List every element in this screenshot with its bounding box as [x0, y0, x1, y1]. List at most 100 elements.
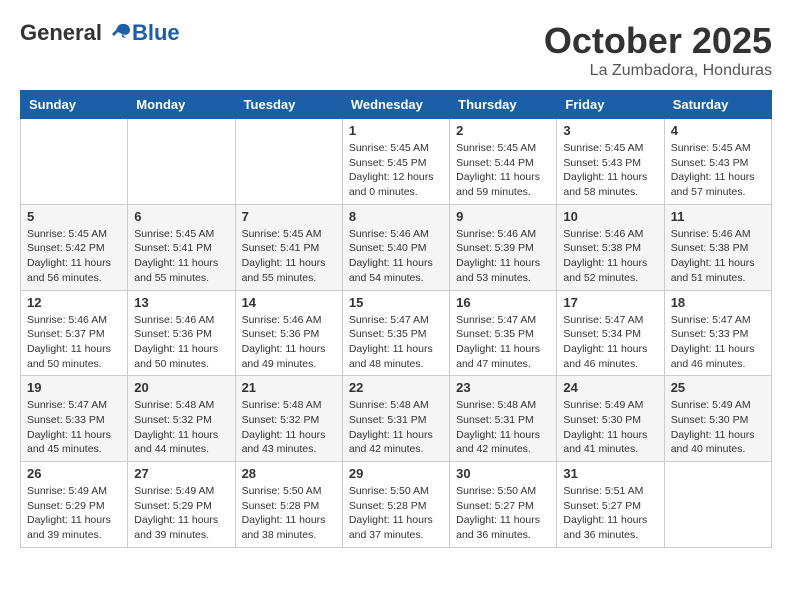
calendar-week-4: 19Sunrise: 5:47 AM Sunset: 5:33 PM Dayli… [21, 376, 772, 462]
day-info: Sunrise: 5:46 AM Sunset: 5:40 PM Dayligh… [349, 227, 443, 286]
day-number: 28 [242, 466, 336, 481]
calendar-cell: 12 Sunrise: 5:46 AM Sunset: 5:37 PM Dayli… [21, 290, 128, 376]
weekday-header-monday: Monday [128, 91, 235, 119]
calendar-cell: 28 Sunrise: 5:50 AM Sunset: 5:28 PM Dayli… [235, 462, 342, 548]
day-number: 22 [349, 380, 443, 395]
day-number: 8 [349, 209, 443, 224]
calendar-cell [128, 119, 235, 205]
day-info: Sunrise: 5:47 AM Sunset: 5:35 PM Dayligh… [456, 313, 550, 372]
calendar-cell: 9Sunrise: 5:46 AM Sunset: 5:39 PM Daylig… [450, 204, 557, 290]
day-number: 13 [134, 295, 228, 310]
day-info: Sunrise: 5:48 AM Sunset: 5:32 PM Dayligh… [242, 398, 336, 457]
calendar-week-5: 26 Sunrise: 5:49 AM Sunset: 5:29 PM Dayli… [21, 462, 772, 548]
calendar-cell: 1Sunrise: 5:45 AM Sunset: 5:45 PM Daylig… [342, 119, 449, 205]
calendar-cell: 20 Sunrise: 5:48 AM Sunset: 5:32 PM Dayli… [128, 376, 235, 462]
calendar-cell: 25 Sunrise: 5:49 AM Sunset: 5:30 PM Dayli… [664, 376, 771, 462]
calendar-cell: 15Sunrise: 5:47 AM Sunset: 5:35 PM Dayli… [342, 290, 449, 376]
calendar-cell: 2 Sunrise: 5:45 AM Sunset: 5:44 PM Daylig… [450, 119, 557, 205]
day-info: Sunrise: 5:45 AM Sunset: 5:44 PM Dayligh… [456, 141, 550, 200]
day-info: Sunrise: 5:48 AM Sunset: 5:31 PM Dayligh… [349, 398, 443, 457]
logo-blue: Blue [132, 20, 180, 46]
calendar-cell: 23 Sunrise: 5:48 AM Sunset: 5:31 PM Dayli… [450, 376, 557, 462]
calendar-cell: 17 Sunrise: 5:47 AM Sunset: 5:34 PM Dayli… [557, 290, 664, 376]
weekday-header-row: SundayMondayTuesdayWednesdayThursdayFrid… [21, 91, 772, 119]
calendar-cell: 21 Sunrise: 5:48 AM Sunset: 5:32 PM Dayli… [235, 376, 342, 462]
day-number: 11 [671, 209, 765, 224]
calendar-cell [235, 119, 342, 205]
month-title: October 2025 [544, 20, 772, 62]
day-info: Sunrise: 5:50 AM Sunset: 5:28 PM Dayligh… [242, 484, 336, 543]
day-info: Sunrise: 5:45 AM Sunset: 5:43 PM Dayligh… [671, 141, 765, 200]
day-number: 26 [27, 466, 121, 481]
logo-general: General [20, 20, 102, 46]
day-info: Sunrise: 5:47 AM Sunset: 5:34 PM Dayligh… [563, 313, 657, 372]
day-number: 18 [671, 295, 765, 310]
day-info: Sunrise: 5:46 AM Sunset: 5:37 PM Dayligh… [27, 313, 121, 372]
day-info: Sunrise: 5:49 AM Sunset: 5:29 PM Dayligh… [27, 484, 121, 543]
day-number: 1 [349, 123, 443, 138]
day-number: 6 [134, 209, 228, 224]
day-number: 12 [27, 295, 121, 310]
day-number: 4 [671, 123, 765, 138]
day-info: Sunrise: 5:49 AM Sunset: 5:29 PM Dayligh… [134, 484, 228, 543]
day-number: 25 [671, 380, 765, 395]
day-info: Sunrise: 5:48 AM Sunset: 5:32 PM Dayligh… [134, 398, 228, 457]
day-info: Sunrise: 5:49 AM Sunset: 5:30 PM Dayligh… [563, 398, 657, 457]
day-number: 23 [456, 380, 550, 395]
weekday-header-thursday: Thursday [450, 91, 557, 119]
calendar-cell: 10 Sunrise: 5:46 AM Sunset: 5:38 PM Dayli… [557, 204, 664, 290]
day-number: 20 [134, 380, 228, 395]
day-info: Sunrise: 5:50 AM Sunset: 5:28 PM Dayligh… [349, 484, 443, 543]
day-number: 27 [134, 466, 228, 481]
calendar-cell: 29 Sunrise: 5:50 AM Sunset: 5:28 PM Dayli… [342, 462, 449, 548]
weekday-header-saturday: Saturday [664, 91, 771, 119]
page-header: General Blue October 2025 La Zumbadora, … [20, 20, 772, 80]
day-number: 10 [563, 209, 657, 224]
day-info: Sunrise: 5:50 AM Sunset: 5:27 PM Dayligh… [456, 484, 550, 543]
calendar-cell: 6 Sunrise: 5:45 AM Sunset: 5:41 PM Daylig… [128, 204, 235, 290]
calendar-cell: 8 Sunrise: 5:46 AM Sunset: 5:40 PM Daylig… [342, 204, 449, 290]
calendar-cell: 31 Sunrise: 5:51 AM Sunset: 5:27 PM Dayli… [557, 462, 664, 548]
logo-bird-icon [104, 22, 132, 44]
day-info: Sunrise: 5:48 AM Sunset: 5:31 PM Dayligh… [456, 398, 550, 457]
day-number: 31 [563, 466, 657, 481]
calendar-cell: 22 Sunrise: 5:48 AM Sunset: 5:31 PM Dayli… [342, 376, 449, 462]
calendar-cell: 18Sunrise: 5:47 AM Sunset: 5:33 PM Dayli… [664, 290, 771, 376]
day-number: 15 [349, 295, 443, 310]
calendar-cell: 30 Sunrise: 5:50 AM Sunset: 5:27 PM Dayli… [450, 462, 557, 548]
day-info: Sunrise: 5:46 AM Sunset: 5:36 PM Dayligh… [134, 313, 228, 372]
day-info: Sunrise: 5:45 AM Sunset: 5:41 PM Dayligh… [134, 227, 228, 286]
weekday-header-sunday: Sunday [21, 91, 128, 119]
calendar-cell: 24Sunrise: 5:49 AM Sunset: 5:30 PM Dayli… [557, 376, 664, 462]
logo: General Blue [20, 20, 180, 46]
day-number: 5 [27, 209, 121, 224]
day-info: Sunrise: 5:45 AM Sunset: 5:43 PM Dayligh… [563, 141, 657, 200]
calendar-cell: 4 Sunrise: 5:45 AM Sunset: 5:43 PM Daylig… [664, 119, 771, 205]
day-info: Sunrise: 5:49 AM Sunset: 5:30 PM Dayligh… [671, 398, 765, 457]
calendar-cell: 26 Sunrise: 5:49 AM Sunset: 5:29 PM Dayli… [21, 462, 128, 548]
day-number: 16 [456, 295, 550, 310]
day-info: Sunrise: 5:47 AM Sunset: 5:33 PM Dayligh… [27, 398, 121, 457]
calendar-cell [21, 119, 128, 205]
day-number: 2 [456, 123, 550, 138]
calendar-week-2: 5Sunrise: 5:45 AM Sunset: 5:42 PM Daylig… [21, 204, 772, 290]
day-info: Sunrise: 5:46 AM Sunset: 5:38 PM Dayligh… [563, 227, 657, 286]
calendar-cell: 27 Sunrise: 5:49 AM Sunset: 5:29 PM Dayli… [128, 462, 235, 548]
location-subtitle: La Zumbadora, Honduras [544, 62, 772, 80]
day-number: 14 [242, 295, 336, 310]
calendar-table: SundayMondayTuesdayWednesdayThursdayFrid… [20, 90, 772, 548]
title-block: October 2025 La Zumbadora, Honduras [544, 20, 772, 80]
calendar-cell: 7Sunrise: 5:45 AM Sunset: 5:41 PM Daylig… [235, 204, 342, 290]
calendar-cell: 14Sunrise: 5:46 AM Sunset: 5:36 PM Dayli… [235, 290, 342, 376]
day-number: 30 [456, 466, 550, 481]
day-info: Sunrise: 5:46 AM Sunset: 5:39 PM Dayligh… [456, 227, 550, 286]
calendar-week-1: 1Sunrise: 5:45 AM Sunset: 5:45 PM Daylig… [21, 119, 772, 205]
weekday-header-tuesday: Tuesday [235, 91, 342, 119]
day-number: 17 [563, 295, 657, 310]
day-number: 29 [349, 466, 443, 481]
day-number: 21 [242, 380, 336, 395]
calendar-cell: 13 Sunrise: 5:46 AM Sunset: 5:36 PM Dayli… [128, 290, 235, 376]
calendar-cell [664, 462, 771, 548]
day-number: 3 [563, 123, 657, 138]
day-info: Sunrise: 5:51 AM Sunset: 5:27 PM Dayligh… [563, 484, 657, 543]
